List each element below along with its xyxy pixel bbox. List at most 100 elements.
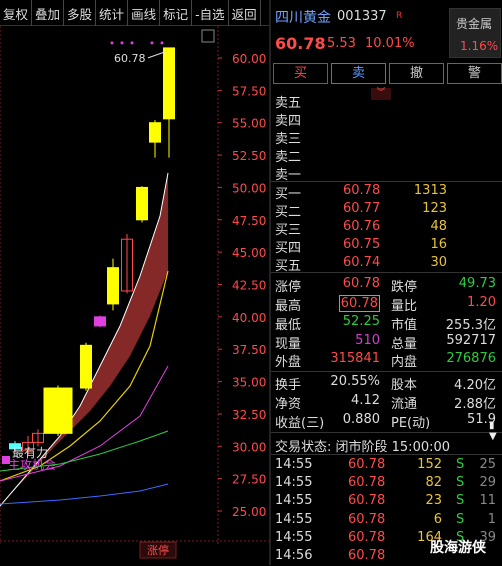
signal-dot [160, 41, 164, 45]
last-price: 60.78 [275, 34, 326, 53]
mcap-value: 255.3亿 [445, 318, 496, 333]
toolbar-button[interactable]: 返回 [229, 0, 261, 26]
high-pointer [147, 51, 166, 59]
bid-row[interactable]: 买五 60.74 30 [271, 255, 502, 274]
price-axis-label: 42.50 [232, 279, 266, 293]
scroll-arrow-icon[interactable]: ▮ ▼ [489, 420, 497, 442]
toolbar-button[interactable]: 画线 [128, 0, 161, 26]
book-level-label: 买四 [275, 241, 302, 256]
price-axis-label: 45.00 [232, 246, 266, 260]
price-axis-label: 55.00 [232, 117, 266, 131]
sell-button[interactable]: 卖 [331, 63, 386, 84]
ask-row[interactable]: 卖四 [271, 110, 502, 129]
ask-row[interactable]: 卖二 [271, 146, 502, 165]
quote-row-limits: 涨停 60.78 跌停 49.73 [271, 276, 502, 295]
kline-chart[interactable]: 60.00 57.50 55.00 52.50 50.00 47.50 45.00 42.50… [0, 26, 269, 565]
book-volume: 1313 [413, 183, 447, 198]
price-change-pct: 10.01% [365, 36, 415, 51]
signal-marker [2, 456, 10, 464]
bid-row[interactable]: 买三 60.76 48 [271, 219, 502, 238]
tick-price: 60.78 [348, 493, 386, 509]
cur-vol-value: 510 [355, 333, 380, 348]
price-axis-label: 40.00 [232, 311, 266, 325]
book-divider [271, 272, 502, 273]
outer-label: 外盘 [275, 355, 302, 370]
bid-row[interactable]: 买二 60.77 123 [271, 201, 502, 220]
quote-row-high: 最高 60.78 量比 1.20 [271, 295, 502, 314]
tick-row: 14:55 60.78 23 S 11 [271, 493, 502, 511]
high-label: 最高 [275, 299, 302, 314]
price-axis-label: 50.00 [232, 181, 266, 195]
quote-panel: 四川黄金 001337 R 贵金属 1.16% 60.78 5.53 10.01… [271, 0, 502, 565]
total-vol-label: 总量 [391, 337, 418, 352]
quote-divider [271, 432, 502, 433]
tick-time: 14:55 [275, 457, 313, 472]
toolbar-button[interactable]: 标记 [160, 0, 193, 26]
low-value: 52.25 [342, 314, 380, 329]
share-label: 股本 [391, 378, 418, 393]
toolbar-button[interactable]: 叠加 [32, 0, 65, 26]
tick-time: 14:55 [275, 511, 313, 527]
alert-button[interactable]: 警 [447, 63, 502, 84]
tick-price: 60.78 [348, 511, 386, 527]
price-axis-label: 30.00 [232, 440, 266, 454]
turnover-value: 20.55% [330, 374, 380, 389]
signal-dot [120, 41, 124, 45]
tick-side: S [456, 475, 465, 491]
ask-row[interactable]: 卖三 [271, 128, 502, 147]
book-volume: 123 [422, 201, 447, 216]
book-level-label: 卖四 [275, 114, 302, 129]
tick-count: 25 [479, 457, 496, 472]
tick-volume: 82 [425, 475, 442, 491]
price-axis-label: 60.00 [232, 52, 266, 66]
price-axis-label: 35.00 [232, 376, 266, 390]
vol-ratio-value: 1.20 [467, 295, 496, 310]
tick-volume: 6 [433, 511, 442, 527]
tick-side: S [456, 457, 465, 472]
ask-row[interactable]: 卖五 [271, 92, 502, 111]
bid-row[interactable]: 买一 60.78 1313 [271, 183, 502, 202]
tick-count: 1 [487, 511, 496, 527]
kline-svg[interactable]: 60.00 57.50 55.00 52.50 50.00 47.50 45.00 42.50… [0, 26, 269, 565]
tick-row: 14:55 60.78 6 S 1 [271, 512, 502, 530]
price-axis-label: 27.50 [232, 473, 266, 487]
tick-time: 14:56 [275, 548, 313, 563]
cur-vol-label: 现量 [275, 337, 302, 352]
tick-time: 14:55 [275, 493, 313, 509]
tick-price: 60.78 [348, 457, 386, 472]
total-vol-value: 592717 [446, 333, 496, 348]
price-axis-label: 57.50 [232, 84, 266, 98]
book-price: 60.78 [343, 183, 381, 198]
bid-row[interactable]: 买四 60.75 16 [271, 237, 502, 256]
eps-value: 0.880 [342, 412, 380, 427]
book-price: 60.74 [343, 255, 381, 270]
price-axis-label: 32.50 [232, 408, 266, 422]
toolbar-button[interactable]: -自选 [192, 0, 229, 26]
limit-up-label: 涨停 [275, 280, 302, 295]
sector-pct: 1.16% [460, 39, 499, 53]
candle-body [149, 122, 161, 143]
ask-row[interactable]: 卖一 [271, 164, 502, 183]
tick-count: 11 [479, 493, 496, 509]
toolbar-button[interactable]: 复权 [0, 0, 33, 26]
stock-name: 四川黄金 [275, 10, 331, 26]
tick-price: 60.78 [348, 548, 386, 563]
tick-side: S [456, 511, 465, 527]
price-axis-label: 25.00 [232, 505, 266, 519]
toolbar-button[interactable]: 多股 [64, 0, 97, 26]
trade-buttons: 买 卖 撤 警 [271, 63, 502, 85]
book-volume: 30 [430, 255, 447, 270]
float-value: 2.88亿 [454, 397, 496, 412]
buy-button[interactable]: 买 [273, 63, 328, 84]
book-divider [271, 181, 502, 182]
tick-volume: 152 [417, 457, 442, 472]
eps-label: 收益(三) [275, 416, 325, 431]
tick-time: 14:55 [275, 529, 313, 545]
candle-body [80, 344, 92, 389]
book-volume: 48 [430, 219, 447, 234]
toolbar-button[interactable]: 统计 [96, 0, 129, 26]
limit-up-value: 60.78 [342, 276, 380, 291]
chart-toolbar: 复权 叠加 多股 统计 画线 标记 -自选 返回 [0, 0, 269, 26]
cancel-button[interactable]: 撤 [389, 63, 444, 84]
sector-box[interactable]: 贵金属 1.16% [449, 8, 501, 58]
